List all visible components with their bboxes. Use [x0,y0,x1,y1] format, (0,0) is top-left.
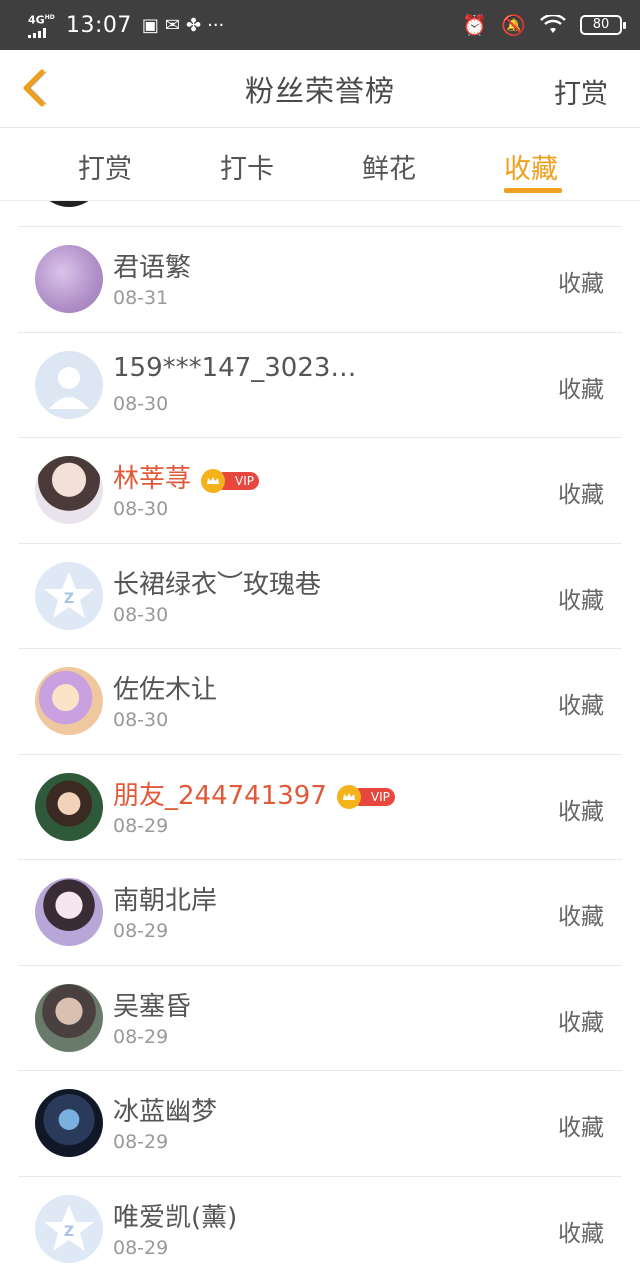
fan-name-text: 林莘荨 [113,464,192,494]
back-arrow-icon[interactable] [14,66,58,110]
fan-date: 08-29 [113,1131,169,1153]
list-item[interactable]: 林莘荨 VIP 08-30 收藏 [18,437,622,542]
fan-date: 08-30 [113,392,169,415]
list-item[interactable]: 佐佐木让 08-30 收藏 [18,648,622,753]
avatar[interactable] [35,245,103,313]
fan-name[interactable]: 唯爱凯(薰) [113,1197,237,1234]
list-item[interactable]: 159***147_3023… 08-30 收藏 [18,331,622,437]
default-avatar-icon[interactable] [35,350,103,419]
avatar[interactable] [35,456,103,524]
fan-name-text: 君语繁 [113,253,192,283]
fan-name-text: 159***147_3023… [113,352,357,383]
favorite-action-label: 收藏 [558,798,604,825]
list-item[interactable]: 君语繁 08-31 收藏 [18,226,622,331]
svg-text:Z: Z [64,1224,74,1240]
list-item[interactable]: Z 长裙绿衣︶玫瑰巷 08-30 收藏 [18,542,622,648]
fan-date: 08-29 [113,814,169,837]
list-item[interactable]: 吴塞昏 08-29 收藏 [18,964,622,1070]
fan-date: 08-31 [113,287,169,309]
list-item[interactable]: 南朝北岸 08-29 收藏 [18,859,622,964]
fan-name-text: 唯爱凯(薰) [113,1202,238,1233]
tab-favorites[interactable]: 收藏 [504,147,558,186]
list-item[interactable]: 冰蓝幽梦 08-29 收藏 [18,1070,622,1175]
notification-icon: ▣ [141,14,159,36]
avatar[interactable] [35,878,103,946]
list-item[interactable]: Z 唯爱凯(薰) 08-29 收藏 [18,1175,622,1276]
fan-name-text: 长裙绿衣︶玫瑰巷 [113,569,322,600]
avatar[interactable] [35,1089,103,1157]
fan-name-text: 吴塞昏 [113,991,192,1022]
crown-icon [201,468,226,493]
fan-date: 08-29 [113,920,169,942]
favorite-action-label: 收藏 [558,1220,604,1247]
fan-date: 08-30 [113,498,169,520]
alarm-icon: ⏰ [462,13,488,37]
avatar[interactable] [35,772,103,841]
active-tab-indicator [504,188,562,193]
vip-badge: VIP [201,468,260,493]
signal-icon [28,27,60,38]
fan-name[interactable]: 林莘荨 VIP [113,458,260,495]
list-item[interactable]: 朋友_244741397 VIP 08-29 收藏 [18,753,622,859]
status-bar: 4GHD 13:07 ▣ ✉ ✤ ··· ⏰ 🔕 80 [0,0,640,50]
fan-name-text: 冰蓝幽梦 [113,1097,218,1127]
fan-name[interactable]: 君语繁 [113,247,191,284]
favorite-action-label: 收藏 [558,482,604,508]
status-time: 13:07 [66,12,132,38]
message-icon: ✉ [164,14,181,36]
reward-button[interactable]: 打赏 [554,72,608,111]
tab-reward[interactable]: 打赏 [78,147,132,186]
fan-name[interactable]: 长裙绿衣︶玫瑰巷 [113,564,321,601]
favorite-action-label: 收藏 [558,1115,604,1141]
fan-name-text: 朋友_244741397 [113,780,327,811]
fan-name-text: 南朝北岸 [113,886,218,916]
tab-checkin[interactable]: 打卡 [220,147,274,186]
fan-date: 08-29 [113,1025,169,1048]
page-title: 粉丝荣誉榜 [244,73,395,108]
nav-bar: 粉丝荣誉榜 打赏 [0,50,640,128]
fan-date: 08-29 [113,1236,169,1259]
fan-name[interactable]: 南朝北岸 [113,880,217,917]
default-star-avatar-icon[interactable]: Z [35,1194,103,1263]
app-icon: ✤ [186,14,202,36]
mute-icon: 🔕 [501,13,526,37]
list-item-partial [18,201,622,226]
fan-name[interactable]: 吴塞昏 [113,986,191,1023]
fan-name[interactable]: 朋友_244741397 VIP [113,775,395,812]
avatar[interactable] [35,983,103,1052]
tab-flowers[interactable]: 鲜花 [362,147,416,186]
network-indicator: 4GHD [28,12,60,38]
favorite-action-label: 收藏 [558,587,604,614]
fan-name[interactable]: 佐佐木让 [113,669,217,706]
wifi-icon [540,15,566,33]
network-label: 4GHD [28,13,55,27]
more-notifications-icon: ··· [207,14,225,36]
avatar [35,201,103,207]
favorite-action-label: 收藏 [558,693,604,719]
fan-list[interactable]: 君语繁 08-31 收藏 159***147_3023… 08-30 收藏 林莘荨 VIP 08… [0,201,640,1276]
favorite-action-label: 收藏 [558,376,604,403]
fan-date: 08-30 [113,709,169,731]
vip-badge: VIP [336,785,395,809]
svg-text:Z: Z [64,591,74,607]
fan-date: 08-30 [113,603,169,626]
default-star-avatar-icon[interactable]: Z [35,561,103,630]
favorite-action-label: 收藏 [558,271,604,297]
favorite-action-label: 收藏 [558,1009,604,1036]
fan-name[interactable]: 冰蓝幽梦 [113,1091,217,1128]
favorite-action-label: 收藏 [558,904,604,930]
crown-icon [336,785,361,809]
avatar[interactable] [35,667,103,735]
battery-icon: 80 [580,15,626,35]
fan-name-text: 佐佐木让 [113,675,218,705]
fan-name[interactable]: 159***147_3023… [113,353,356,383]
